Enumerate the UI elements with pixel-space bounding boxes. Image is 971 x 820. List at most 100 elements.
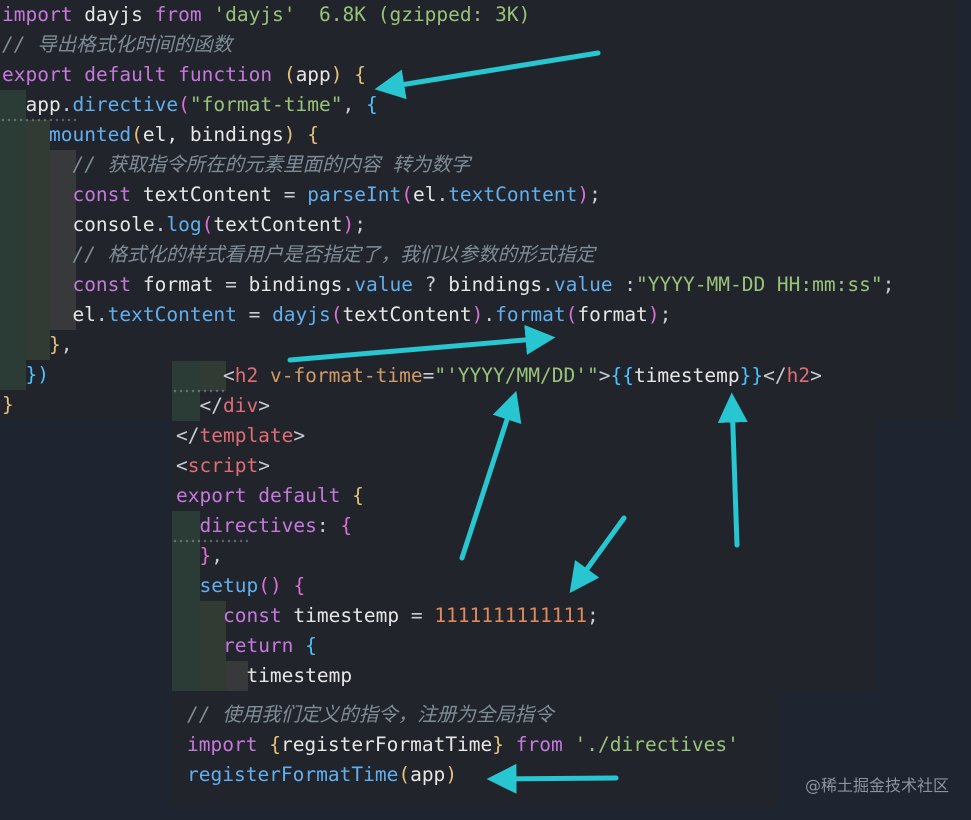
code-token: < — [176, 454, 188, 477]
code-token: // 获取指令所在的元素里面的内容 转为数字 — [72, 153, 471, 176]
code-token: v-format-time — [269, 364, 423, 387]
code-token: ) — [283, 123, 296, 146]
watermark: @稀土掘金技术社区 — [804, 776, 949, 795]
code-line: const textContent = parseInt(el.textCont… — [2, 180, 957, 210]
code-line: app.directive("format-time", { — [2, 90, 957, 120]
code-token: </ — [763, 364, 787, 387]
code-token: , — [211, 544, 223, 567]
code-token: ; — [659, 303, 672, 326]
code-token: {{ — [610, 364, 634, 387]
code-token: { — [269, 733, 281, 756]
code-token: export — [2, 63, 73, 86]
code-token: < — [222, 364, 235, 387]
code-token: ) — [342, 213, 355, 236]
code-token: ) — [471, 303, 484, 326]
code-line: mounted(el, bindings) { — [2, 120, 957, 150]
code-lines: // 使用我们定义的指令，注册为全局指令 import {registerForm… — [187, 700, 778, 807]
code-line: console.log(textContent); — [2, 210, 957, 240]
code-token: mounted — [48, 123, 132, 146]
code-token: > — [293, 424, 306, 447]
code-token: directive — [72, 93, 179, 116]
code-token: : — [316, 514, 329, 537]
code-token: . — [154, 213, 167, 236]
code-token: div — [222, 394, 259, 417]
code-token: app — [295, 63, 331, 86]
code-token: ) — [269, 574, 282, 597]
code-token: 1111111111111 — [434, 604, 587, 627]
code-token: format — [577, 303, 648, 326]
code-token: , — [60, 333, 73, 356]
code-token: textContent — [342, 303, 472, 326]
code-token: { — [354, 63, 367, 86]
code-token: const — [222, 604, 282, 627]
code-line: import {registerFormatTime} from './dire… — [187, 730, 778, 760]
code-line: const timestemp = 1111111111111; — [176, 601, 876, 631]
code-token: h2 — [786, 364, 811, 387]
code-line: </template> — [176, 421, 876, 451]
code-token: > — [258, 394, 270, 417]
code-token: > — [258, 454, 270, 477]
code-token: value — [354, 273, 413, 296]
code-token: console — [2, 213, 155, 236]
code-token: registerFormatTime — [187, 763, 399, 786]
code-line: </div> — [176, 391, 876, 421]
code-token: = — [422, 364, 435, 387]
code-token: ( — [565, 303, 578, 326]
code-token: { — [307, 123, 320, 146]
code-token: 'dayjs' — [213, 3, 296, 26]
code-line: import dayjs from 'dayjs' 6.8K (gzipped:… — [2, 0, 957, 30]
code-token: script — [187, 454, 259, 477]
code-token: el — [412, 183, 437, 206]
code-token: }} — [739, 364, 764, 387]
code-token: value — [553, 273, 613, 296]
code-token: directives — [199, 514, 317, 537]
code-token: dayjs — [72, 3, 155, 26]
code-token: } — [48, 333, 61, 356]
code-token: bindings — [236, 273, 343, 296]
code-token: textContent — [131, 183, 284, 206]
code-token: registerFormatTime — [280, 733, 493, 756]
code-token: } — [2, 393, 14, 416]
code-token: el — [2, 303, 96, 326]
code-token: } — [492, 733, 505, 756]
code-token: from — [154, 3, 202, 26]
code-token: // 导出格式化时间的函数 — [2, 33, 233, 56]
code-token: : — [612, 273, 637, 296]
code-token: ) — [330, 63, 343, 86]
code-line: }, — [176, 541, 876, 571]
code-token: ; — [586, 604, 599, 627]
code-token: h2 — [234, 364, 259, 387]
code-token: default — [258, 484, 341, 507]
code-token: } — [199, 544, 212, 567]
code-token: const — [72, 183, 132, 206]
code-token: return — [222, 634, 294, 657]
code-line: const format = bindings.value ? bindings… — [2, 270, 957, 300]
code-line: el.textContent = dayjs(textContent).form… — [2, 300, 957, 330]
code-token: { — [305, 634, 317, 657]
code-token: ; — [882, 273, 895, 296]
code-token: function — [178, 63, 273, 86]
code-token: ? — [412, 273, 449, 296]
code-token: bindings — [448, 273, 543, 296]
code-token: ( — [131, 123, 143, 146]
code-token: . — [342, 273, 355, 296]
code-token: { — [352, 484, 364, 507]
